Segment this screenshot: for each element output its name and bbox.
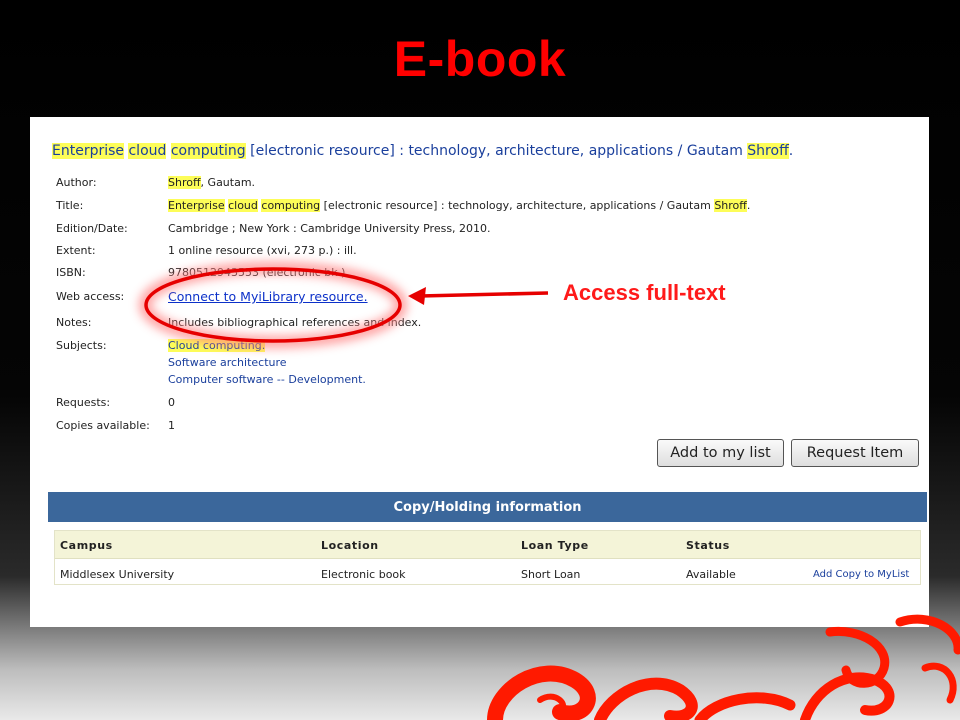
isbn-value: 9780512943553 (electronic bk.) — [168, 266, 346, 279]
callout-label: Access full-text — [563, 280, 726, 305]
requests-label: Requests: — [56, 396, 111, 409]
table-header-row: Campus Location Loan Type Status — [55, 531, 920, 559]
title-field-hl-1: Enterprise — [168, 199, 225, 212]
title-highlight-2: cloud — [128, 143, 167, 159]
subject-link-3[interactable]: Computer software -- Development. — [168, 373, 366, 386]
subject-link-2[interactable]: Software architecture — [168, 356, 287, 369]
author-value[interactable]: Shroff, Gautam. — [168, 176, 255, 189]
isbn-label: ISBN: — [56, 266, 86, 279]
author-label: Author: — [56, 176, 97, 189]
add-to-list-button[interactable]: Add to my list — [657, 439, 784, 467]
title-value: Enterprise cloud computing [electronic r… — [168, 199, 750, 212]
edition-value: Cambridge ; New York : Cambridge Univers… — [168, 222, 491, 235]
record-title[interactable]: Enterprise cloud computing [electronic r… — [52, 143, 793, 159]
col-campus: Campus — [60, 539, 113, 552]
notes-value: Includes bibliographical references and … — [168, 316, 422, 329]
col-loan-type: Loan Type — [521, 539, 589, 552]
holding-header: Copy/Holding information — [48, 492, 927, 522]
title-highlight-4: Shroff — [747, 143, 789, 159]
author-highlight: Shroff — [168, 176, 201, 189]
requests-value: 0 — [168, 396, 175, 409]
title-text: [electronic resource] : technology, arch… — [245, 143, 748, 159]
request-item-button[interactable]: Request Item — [791, 439, 919, 467]
col-status: Status — [686, 539, 730, 552]
web-access-label: Web access: — [56, 290, 125, 303]
extent-label: Extent: — [56, 244, 96, 257]
edition-label: Edition/Date: — [56, 222, 128, 235]
add-copy-link[interactable]: Add Copy to MyList — [813, 569, 909, 580]
swirl-decoration — [487, 614, 960, 720]
cell-campus: Middlesex University — [60, 568, 175, 581]
title-field-hl-4: Shroff — [714, 199, 747, 212]
copies-label: Copies available: — [56, 419, 150, 432]
copies-value: 1 — [168, 419, 175, 432]
cell-loan-type: Short Loan — [521, 568, 581, 581]
title-highlight-1: Enterprise — [52, 143, 125, 159]
title-label: Title: — [56, 199, 84, 212]
cell-status: Available — [686, 568, 736, 581]
col-location: Location — [321, 539, 379, 552]
subjects-label: Subjects: — [56, 339, 107, 352]
title-field-end: . — [746, 199, 751, 212]
title-field-hl-3: computing — [261, 199, 321, 212]
cell-location: Electronic book — [321, 568, 406, 581]
subject-link-1[interactable]: Cloud computing. — [168, 339, 266, 352]
subject-highlight: Cloud computing. — [168, 339, 266, 352]
title-field-rest: [electronic resource] : technology, arch… — [320, 199, 715, 212]
extent-value: 1 online resource (xvi, 273 p.) : ill. — [168, 244, 357, 257]
web-access-link[interactable]: Connect to MyiLibrary resource. — [168, 289, 368, 304]
author-rest: , Gautam. — [200, 176, 256, 189]
holdings-table: Campus Location Loan Type Status Middles… — [54, 530, 921, 585]
title-highlight-3: computing — [170, 143, 246, 159]
notes-label: Notes: — [56, 316, 92, 329]
title-field-hl-2: cloud — [228, 199, 258, 212]
slide-title: E-book — [393, 31, 567, 87]
catalog-screenshot: Enterprise cloud computing [electronic r… — [30, 117, 929, 627]
title-end: . — [788, 143, 794, 159]
